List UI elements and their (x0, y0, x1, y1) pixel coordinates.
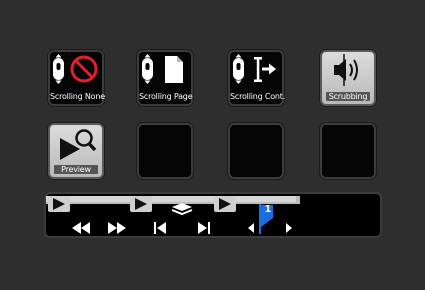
go-to-end-icon[interactable] (198, 222, 210, 234)
rewind-icon[interactable] (72, 222, 90, 234)
scrolling-page-button[interactable]: Scrolling Page (137, 50, 193, 106)
play-tab-icon[interactable] (48, 196, 70, 212)
fast-forward-icon[interactable] (108, 222, 126, 234)
scrolling-continuous-button[interactable]: Scrolling Cont. (228, 50, 286, 106)
marker-number: 1 (264, 204, 272, 215)
layers-icon[interactable] (171, 203, 193, 216)
empty-slot-button[interactable] (137, 123, 193, 179)
button-label: Preview (54, 165, 98, 174)
previous-marker-icon[interactable] (248, 223, 254, 233)
control-panel: Scrolling None Scrolling Page Scrolling … (0, 0, 425, 290)
play-tab-icon[interactable] (214, 196, 236, 212)
transport-bar: 1 (44, 192, 382, 238)
empty-slot-button[interactable] (320, 123, 376, 179)
button-label: Scrolling None (50, 92, 105, 101)
button-label: Scrolling Page (139, 92, 193, 101)
button-label: Scrubbing (326, 92, 370, 101)
preview-button[interactable]: Preview (48, 123, 104, 179)
next-marker-icon[interactable] (286, 223, 292, 233)
play-tab-icon[interactable] (130, 196, 152, 212)
go-to-start-icon[interactable] (154, 222, 166, 234)
transport-controls (46, 196, 300, 234)
scrubbing-button[interactable]: Scrubbing (320, 50, 376, 106)
scrolling-none-button[interactable]: Scrolling None (48, 50, 105, 106)
button-label: Scrolling Cont. (230, 92, 286, 101)
empty-slot-button[interactable] (228, 123, 284, 179)
